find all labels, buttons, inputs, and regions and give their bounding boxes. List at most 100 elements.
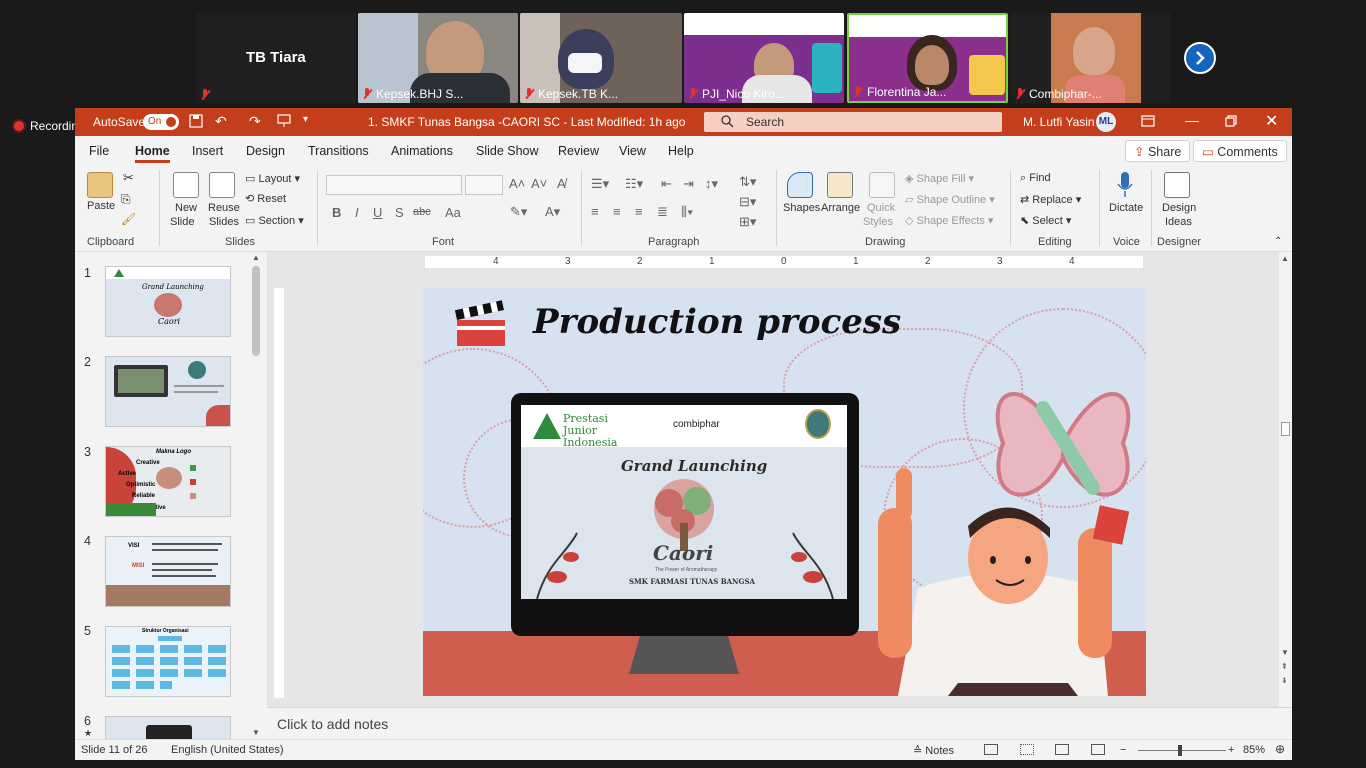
numbering-icon[interactable]: ☷▾ [625,176,643,192]
slide-title[interactable]: Production process [533,302,901,342]
undo-icon[interactable]: ↶ [215,113,227,130]
shape-outline-button[interactable]: ▱ Shape Outline ▾ [905,193,995,206]
save-icon[interactable] [189,114,203,128]
align-right-icon[interactable]: ≡ [635,204,643,219]
arrange-button[interactable]: Arrange [821,202,860,214]
clear-formatting-icon[interactable]: A̸ [557,176,566,191]
customize-toolbar-icon[interactable]: ▾ [303,114,308,125]
close-icon[interactable]: ✕ [1265,111,1278,131]
decrease-font-icon[interactable]: A˅ [531,176,547,191]
justify-icon[interactable]: ≣ [657,204,668,220]
slide-thumbnail[interactable]: Grand Launching Caori [105,266,231,337]
select-button[interactable]: ⬉ Select ▾ [1020,214,1071,227]
shape-effects-button[interactable]: ◇ Shape Effects ▾ [905,214,993,227]
previous-slide-icon[interactable]: ⇞ [1281,662,1288,671]
notes-pane[interactable]: Click to add notes [267,707,1292,739]
normal-view-icon[interactable] [984,744,998,755]
section-button[interactable]: ▭ Section ▾ [245,214,304,227]
avatar[interactable]: ML [1096,112,1116,132]
language-indicator[interactable]: English (United States) [171,744,284,756]
thumbnail-scrollbar[interactable]: ▲ ▼ [250,252,262,739]
slide-thumbnail[interactable] [105,716,231,739]
tab-help[interactable]: Help [668,144,694,158]
tab-review[interactable]: Review [558,144,599,158]
zoom-in-icon[interactable]: + [1228,744,1234,756]
tab-file[interactable]: File [89,144,109,158]
next-page-button[interactable] [1184,42,1216,74]
ribbon-display-icon[interactable] [1141,115,1155,127]
shapes-button[interactable]: Shapes [783,202,820,214]
shadow-button[interactable]: S [395,205,404,220]
search-input[interactable]: Search [704,112,1002,132]
scroll-up-icon[interactable]: ▲ [1281,254,1289,263]
bold-button[interactable]: B [332,205,341,220]
line-spacing-icon[interactable]: ↕▾ [705,176,718,192]
participant-tile[interactable]: Kepsek.BHJ S... [358,13,518,103]
scroll-down-icon[interactable]: ▼ [1281,648,1289,657]
minimize-icon[interactable]: — [1185,112,1199,128]
slide-thumbnail[interactable]: VISI MISI [105,536,231,607]
notes-placeholder[interactable]: Click to add notes [277,716,388,732]
tab-transitions[interactable]: Transitions [308,144,369,158]
highlight-icon[interactable]: ✎▾ [510,204,527,220]
zoom-slider[interactable] [1138,745,1226,756]
fit-to-window-icon[interactable]: ⊕ [1275,742,1285,756]
redo-icon[interactable]: ↷ [249,113,261,130]
paste-button[interactable]: Paste [87,200,115,212]
align-text-icon[interactable]: ⊟▾ [739,194,756,210]
quick-styles-button[interactable]: Quick [867,202,895,214]
format-painter-icon[interactable]: 🖌 [121,212,136,226]
current-slide[interactable]: Production process Prestasi Junior Indon… [423,288,1146,696]
text-direction-icon[interactable]: ⇅▾ [739,174,756,190]
share-button[interactable]: ⇪ Share [1125,140,1191,162]
font-color-icon[interactable]: A▾ [545,204,560,220]
reset-button[interactable]: ⟲ Reset [245,192,286,205]
copy-icon[interactable]: ⎘ [121,192,131,207]
replace-button[interactable]: ⇄ Replace ▾ [1020,193,1081,206]
collapse-ribbon-icon[interactable]: ⌃ [1274,236,1282,247]
tab-design[interactable]: Design [246,144,285,158]
font-name-dropdown[interactable] [326,175,462,195]
design-ideas-button[interactable]: Design [1162,202,1196,214]
next-slide-icon[interactable]: ⇟ [1281,676,1288,685]
bullets-icon[interactable]: ☰▾ [591,176,609,192]
new-slide-button[interactable]: New [175,202,197,214]
increase-font-icon[interactable]: A˄ [509,176,525,191]
participant-tile[interactable]: PJI_Nico Kiro... [684,13,844,103]
editor-scrollbar[interactable]: ▲ ▼ ⇞ ⇟ [1279,252,1292,707]
columns-icon[interactable]: ⫼▾ [681,204,693,220]
dictate-button[interactable]: Dictate [1109,202,1143,214]
reuse-slides-button[interactable]: Reuse [208,202,240,214]
tab-animations[interactable]: Animations [391,144,453,158]
present-icon[interactable] [277,114,291,128]
participant-tile[interactable]: Kepsek.TB K... [520,13,682,103]
slide-thumbnail[interactable]: Struktur Organisasi [105,626,231,697]
scroll-up-icon[interactable]: ▲ [252,253,260,262]
underline-button[interactable]: U [373,205,382,220]
active-speaker-tile[interactable]: TB Tiara [196,13,356,103]
font-size-dropdown[interactable] [465,175,503,195]
scroll-down-icon[interactable]: ▼ [252,728,260,737]
tab-view[interactable]: View [619,144,646,158]
shape-fill-button[interactable]: ◈ Shape Fill ▾ [905,172,974,185]
tab-insert[interactable]: Insert [192,144,223,158]
find-button[interactable]: ⌕ Find [1020,172,1051,185]
increase-indent-icon[interactable]: ⇥ [683,176,694,192]
zoom-out-icon[interactable]: − [1120,744,1126,756]
italic-button[interactable]: I [355,205,359,220]
slide-sorter-icon[interactable] [1020,744,1034,755]
align-center-icon[interactable]: ≡ [613,204,621,219]
smartart-icon[interactable]: ⊞▾ [739,214,756,230]
align-left-icon[interactable]: ≡ [591,204,599,219]
participant-tile[interactable]: Combiphar-... [1011,13,1171,103]
slide-thumbnail[interactable] [105,356,231,427]
layout-button[interactable]: ▭ Layout ▾ [245,172,300,185]
scroll-thumb[interactable] [1281,422,1290,436]
user-name[interactable]: M. Lutfi Yasin [1023,115,1095,129]
notes-button[interactable]: ≙ Notes [913,744,954,757]
slide-thumbnail[interactable]: Makna Logo Creative Active Optimistic Re… [105,446,231,517]
autosave-toggle[interactable]: On [143,114,179,130]
tab-home[interactable]: Home [135,144,170,163]
strikethrough-button[interactable]: abc [413,206,431,218]
zoom-level[interactable]: 85% [1243,744,1265,756]
